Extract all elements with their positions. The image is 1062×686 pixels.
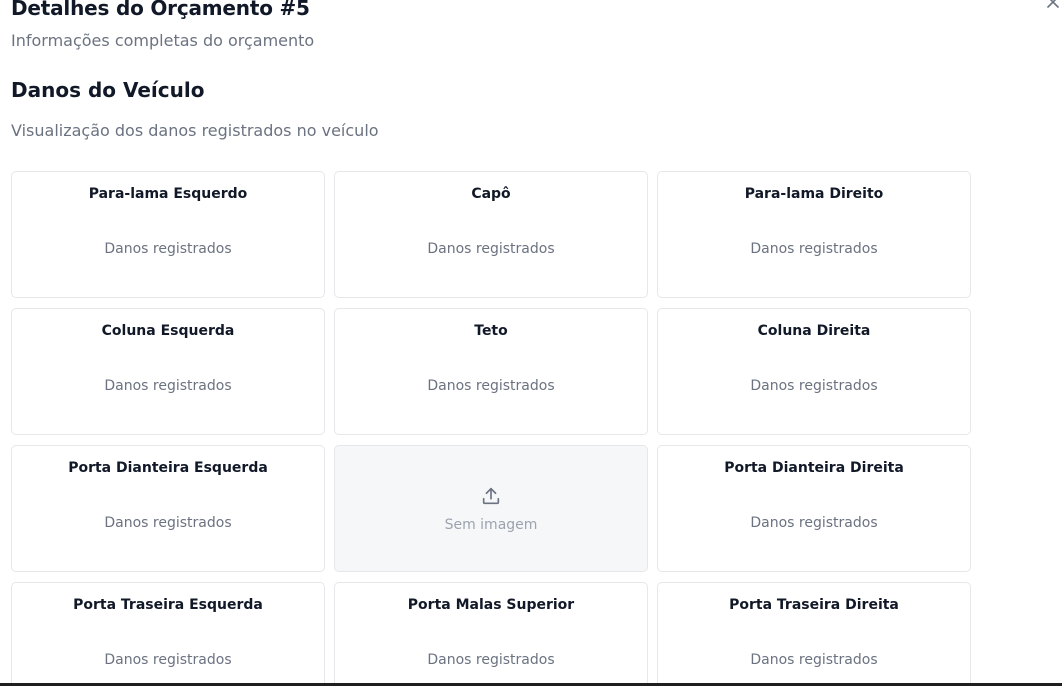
card-status: Danos registrados bbox=[104, 515, 232, 531]
card-status: Danos registrados bbox=[750, 241, 878, 257]
section-title: Danos do Veículo bbox=[11, 78, 205, 102]
damage-card-empty[interactable]: Sem imagem bbox=[334, 445, 648, 572]
damage-card-porta-traseira-esquerda[interactable]: Porta Traseira Esquerda Danos registrado… bbox=[11, 582, 325, 686]
card-status: Danos registrados bbox=[427, 652, 555, 668]
dialog-subtitle: Informações completas do orçamento bbox=[11, 31, 315, 50]
card-title: Coluna Direita bbox=[757, 323, 871, 339]
card-title: Coluna Esquerda bbox=[101, 323, 235, 339]
card-status: Danos registrados bbox=[750, 378, 878, 394]
card-status: Danos registrados bbox=[750, 652, 878, 668]
card-status: Danos registrados bbox=[104, 652, 232, 668]
card-title: Porta Malas Superior bbox=[407, 597, 575, 613]
card-title: Para-lama Esquerdo bbox=[88, 186, 248, 202]
empty-label: Sem imagem bbox=[444, 517, 538, 533]
card-status: Danos registrados bbox=[104, 378, 232, 394]
damage-card-coluna-esquerda[interactable]: Coluna Esquerda Danos registrados bbox=[11, 308, 325, 435]
dialog-title: Detalhes do Orçamento #5 bbox=[11, 0, 310, 20]
card-title: Para-lama Direito bbox=[744, 186, 884, 202]
damage-grid: Para-lama Esquerdo Danos registrados Cap… bbox=[11, 171, 972, 686]
section-description: Visualização dos danos registrados no ve… bbox=[11, 121, 379, 140]
card-status: Danos registrados bbox=[104, 241, 232, 257]
upload-icon bbox=[482, 487, 500, 505]
damage-card-porta-dianteira-esquerda[interactable]: Porta Dianteira Esquerda Danos registrad… bbox=[11, 445, 325, 572]
damage-card-porta-dianteira-direita[interactable]: Porta Dianteira Direita Danos registrado… bbox=[657, 445, 971, 572]
card-status: Danos registrados bbox=[750, 515, 878, 531]
card-title: Porta Dianteira Esquerda bbox=[68, 460, 268, 476]
damage-card-para-lama-direito[interactable]: Para-lama Direito Danos registrados bbox=[657, 171, 971, 298]
damage-card-teto[interactable]: Teto Danos registrados bbox=[334, 308, 648, 435]
budget-details-dialog: Detalhes do Orçamento #5 Informações com… bbox=[0, 0, 1062, 686]
close-icon bbox=[1047, 0, 1059, 8]
damage-card-para-lama-esquerdo[interactable]: Para-lama Esquerdo Danos registrados bbox=[11, 171, 325, 298]
card-status: Danos registrados bbox=[427, 241, 555, 257]
card-title: Teto bbox=[474, 323, 508, 339]
card-status: Danos registrados bbox=[427, 378, 555, 394]
card-title: Porta Traseira Direita bbox=[729, 597, 899, 613]
card-title: Porta Dianteira Direita bbox=[724, 460, 904, 476]
close-button[interactable] bbox=[1046, 0, 1060, 8]
damage-card-capo[interactable]: Capô Danos registrados bbox=[334, 171, 648, 298]
damage-card-porta-traseira-direita[interactable]: Porta Traseira Direita Danos registrados bbox=[657, 582, 971, 686]
damage-card-coluna-direita[interactable]: Coluna Direita Danos registrados bbox=[657, 308, 971, 435]
card-title: Capô bbox=[471, 186, 511, 202]
damage-card-porta-malas-superior[interactable]: Porta Malas Superior Danos registrados bbox=[334, 582, 648, 686]
card-title: Porta Traseira Esquerda bbox=[73, 597, 263, 613]
